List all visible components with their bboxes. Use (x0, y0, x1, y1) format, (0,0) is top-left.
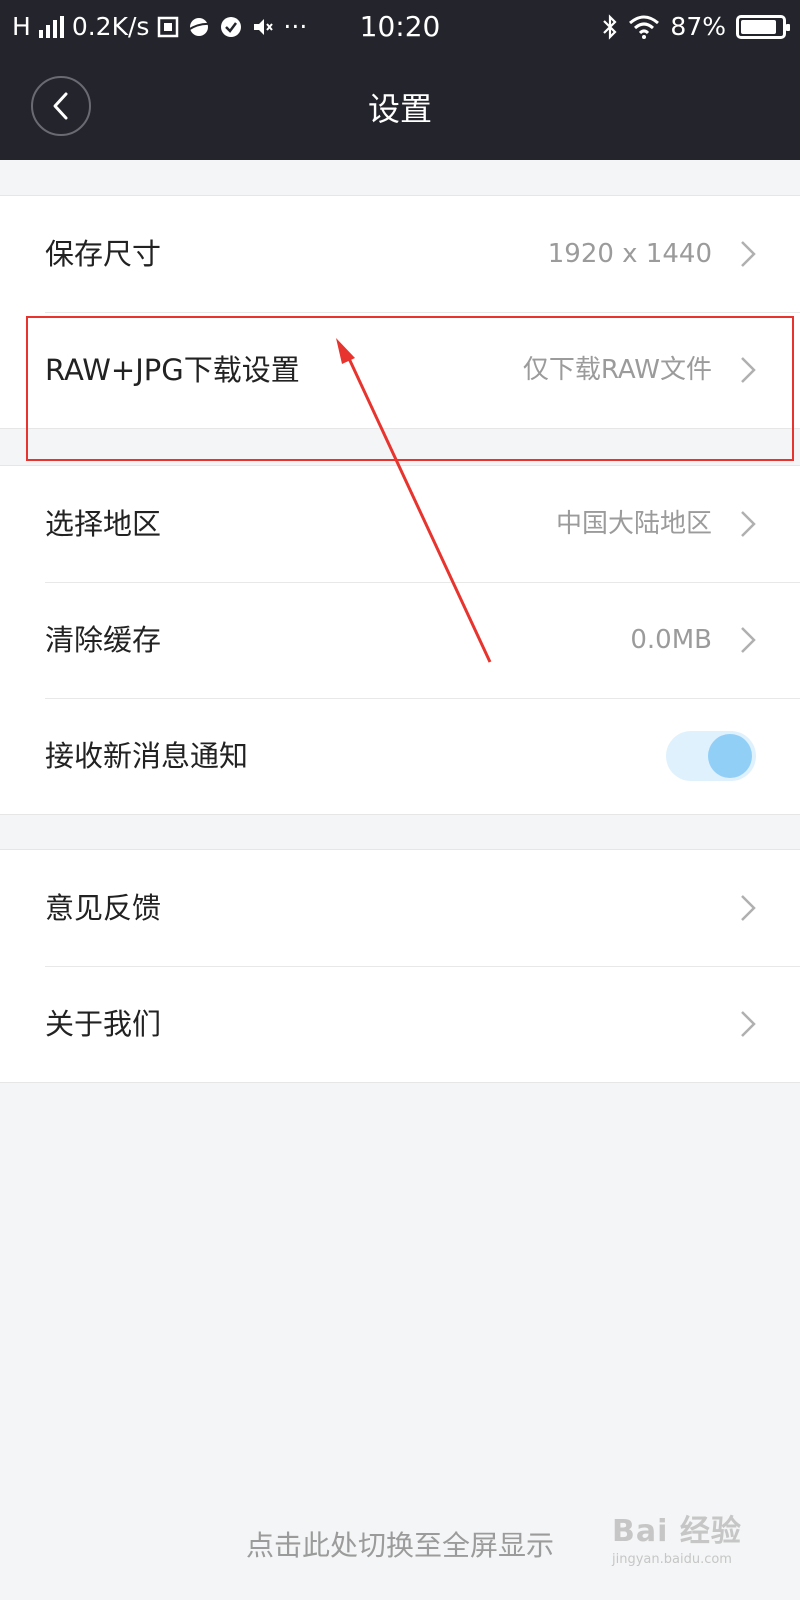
clear-cache-label: 清除缓存 (45, 623, 162, 657)
wifi-icon (629, 15, 660, 39)
notification-row: 接收新消息通知 (0, 698, 800, 814)
clear-cache-row[interactable]: 清除缓存 0.0MB (0, 582, 800, 698)
region-row[interactable]: 选择地区 中国大陆地区 (0, 466, 800, 582)
baidu-watermark: Bai 经验 jingyan.baidu.com (612, 1506, 762, 1576)
battery-percent: 87% (670, 12, 726, 41)
raw-jpg-download-value: 仅下载RAW文件 (522, 355, 712, 385)
watermark-logo: Bai 经验 (612, 1514, 742, 1549)
region-label: 选择地区 (45, 507, 162, 541)
region-value: 中国大陆地区 (555, 509, 712, 539)
chevron-right-icon (741, 357, 756, 383)
about-us-label: 关于我们 (45, 1007, 162, 1041)
raw-jpg-download-label: RAW+JPG下载设置 (45, 353, 300, 387)
settings-group-about: 意见反馈 关于我们 (0, 849, 800, 1083)
bluetooth-icon (603, 13, 617, 40)
chevron-right-icon (741, 627, 756, 653)
save-size-label: 保存尺寸 (45, 237, 162, 271)
notification-label: 接收新消息通知 (45, 739, 249, 773)
feedback-label: 意见反馈 (45, 891, 162, 925)
toggle-knob (708, 734, 752, 778)
chevron-right-icon (741, 1011, 756, 1037)
page-title: 设置 (367, 90, 432, 128)
raw-jpg-download-row[interactable]: RAW+JPG下载设置 仅下载RAW文件 (0, 312, 800, 428)
clear-cache-value: 0.0MB (630, 625, 712, 655)
watermark-url: jingyan.baidu.com (612, 1552, 732, 1567)
feedback-row[interactable]: 意见反馈 (0, 850, 800, 966)
save-size-value: 1920 x 1440 (547, 239, 712, 269)
settings-group-general: 选择地区 中国大陆地区 清除缓存 0.0MB 接收新消息通知 (0, 465, 800, 815)
settings-group-storage: 保存尺寸 1920 x 1440 RAW+JPG下载设置 仅下载RAW文件 (0, 195, 800, 429)
chevron-right-icon (741, 511, 756, 537)
notification-toggle[interactable] (666, 731, 756, 781)
chevron-right-icon (741, 241, 756, 267)
status-right: 87% (602, 12, 790, 41)
battery-fill (741, 19, 776, 34)
chevron-right-icon (741, 895, 756, 921)
status-bar: H 0.2K/s ··· 10:20 87% (0, 0, 800, 54)
about-us-row[interactable]: 关于我们 (0, 966, 800, 1082)
battery-icon (736, 14, 790, 39)
navigation-bar: 设置 (0, 54, 800, 160)
save-size-row[interactable]: 保存尺寸 1920 x 1440 (0, 196, 800, 312)
